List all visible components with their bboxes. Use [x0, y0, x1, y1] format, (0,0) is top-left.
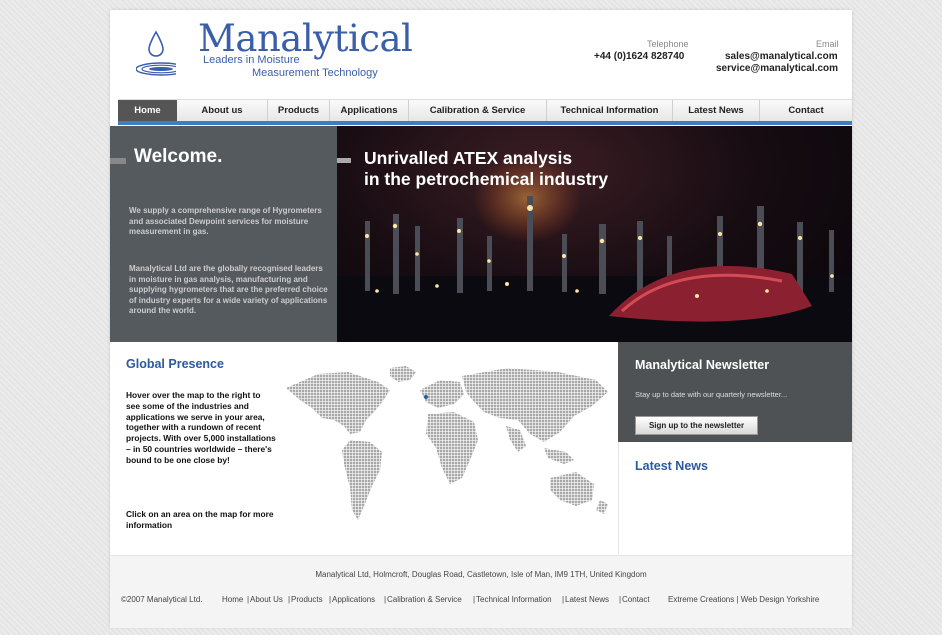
- footer-copyright: ©2007 Manalytical Ltd.: [121, 595, 203, 604]
- nav-applications[interactable]: Applications: [329, 100, 408, 122]
- footer-link-sep: |: [562, 595, 565, 604]
- nav-accent-bar: [118, 121, 852, 125]
- telephone-label: Telephone: [647, 39, 689, 49]
- nav-calibration-service[interactable]: Calibration & Service: [408, 100, 546, 122]
- global-presence-title: Global Presence: [126, 357, 224, 371]
- footer-link-about-us[interactable]: About Us: [250, 595, 283, 604]
- footer-link-products[interactable]: Products: [291, 595, 323, 604]
- footer-link-home[interactable]: Home: [222, 595, 243, 604]
- telephone-number: +44 (0)1624 828740: [594, 51, 685, 62]
- newsletter-title: Manalytical Newsletter: [635, 358, 770, 372]
- email-sales-link[interactable]: sales@manalytical.com: [725, 51, 838, 62]
- hero-banner: Unrivalled ATEX analysis in the petroche…: [337, 126, 852, 342]
- welcome-panel: Welcome. We supply a comprehensive range…: [110, 126, 337, 342]
- tagline-line2: Measurement Technology: [252, 67, 378, 79]
- column-divider: [618, 442, 619, 554]
- newsletter-panel: Manalytical Newsletter Stay up to date w…: [618, 342, 852, 442]
- welcome-dash: [110, 158, 126, 164]
- tagline-line1: Leaders in Moisture: [203, 54, 300, 66]
- nav-home[interactable]: Home: [118, 100, 177, 122]
- nav-contact[interactable]: Contact: [759, 100, 852, 122]
- footer-credit-link[interactable]: Extreme Creations | Web Design Yorkshire: [668, 595, 819, 604]
- footer-link-sep: |: [619, 595, 622, 604]
- page-container: Manalytical Leaders in Moisture Measurem…: [110, 10, 852, 628]
- nav-about-us[interactable]: About us: [177, 100, 267, 122]
- footer-link-latest-news[interactable]: Latest News: [565, 595, 609, 604]
- hero-dash: [337, 158, 351, 163]
- nav-technical-information[interactable]: Technical Information: [546, 100, 672, 122]
- footer-link-sep: |: [247, 595, 250, 604]
- footer-link-sep: |: [473, 595, 476, 604]
- logo-drop-icon: [136, 30, 176, 76]
- footer: Manalytical Ltd, Holmcroft, Douglas Road…: [110, 555, 852, 628]
- global-presence-cta: Click on an area on the map for more inf…: [126, 509, 274, 530]
- latest-news-title: Latest News: [635, 459, 708, 473]
- newsletter-signup-button[interactable]: Sign up to the newsletter: [635, 416, 758, 435]
- footer-link-applications[interactable]: Applications: [332, 595, 375, 604]
- welcome-title: Welcome.: [134, 146, 223, 167]
- footer-address: Manalytical Ltd, Holmcroft, Douglas Road…: [315, 570, 647, 579]
- footer-link-contact[interactable]: Contact: [622, 595, 650, 604]
- welcome-intro: We supply a comprehensive range of Hygro…: [129, 206, 322, 236]
- nav-products[interactable]: Products: [267, 100, 329, 122]
- nav-latest-news[interactable]: Latest News: [672, 100, 759, 122]
- footer-link-sep: |: [329, 595, 332, 604]
- footer-link-sep: |: [384, 595, 387, 604]
- newsletter-text: Stay up to date with our quarterly newsl…: [635, 390, 788, 399]
- footer-link-sep: |: [288, 595, 291, 604]
- welcome-body: Manalytical Ltd are the globally recogni…: [129, 264, 328, 315]
- footer-link-calibration-service[interactable]: Calibration & Service: [387, 595, 462, 604]
- hero-headline-1: Unrivalled ATEX analysis: [364, 148, 573, 168]
- global-presence-text: Hover over the map to the right to see s…: [126, 390, 276, 465]
- email-label: Email: [816, 39, 839, 49]
- email-service-link[interactable]: service@manalytical.com: [716, 63, 838, 74]
- footer-link-technical-information[interactable]: Technical Information: [476, 595, 552, 604]
- main-nav: Home About us Products Applications Cali…: [118, 99, 852, 122]
- world-map[interactable]: [278, 360, 618, 535]
- hero-headline-2: in the petrochemical industry: [364, 169, 609, 189]
